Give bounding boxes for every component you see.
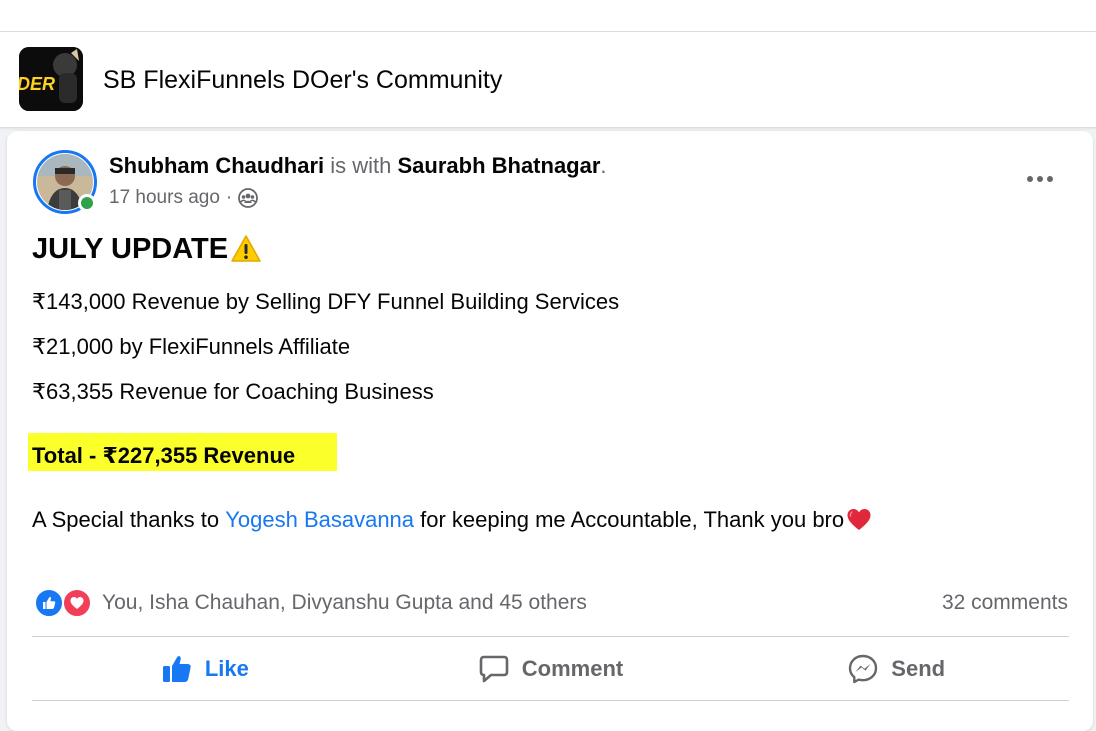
group-title[interactable]: SB FlexiFunnels DOer's Community bbox=[103, 65, 502, 95]
thumbs-up-icon bbox=[161, 653, 193, 685]
top-strip bbox=[0, 0, 1096, 32]
online-status-dot bbox=[78, 194, 96, 212]
revenue-line-coaching: ₹63,355 Revenue for Coaching Business bbox=[32, 379, 434, 404]
thanks-prefix: A Special thanks to bbox=[32, 507, 226, 532]
like-label: Like bbox=[204, 656, 249, 681]
author-line: Shubham Chaudhari is with Saurabh Bhatna… bbox=[109, 152, 607, 180]
avatar[interactable] bbox=[33, 150, 97, 214]
like-reaction-icon bbox=[34, 588, 64, 618]
tagged-suffix: . bbox=[600, 153, 607, 178]
send-label: Send bbox=[891, 656, 946, 681]
meta-separator: · bbox=[225, 187, 233, 208]
comments-count[interactable]: 32 comments bbox=[942, 589, 1068, 617]
divider bbox=[32, 700, 1069, 701]
like-button[interactable]: Like bbox=[32, 638, 378, 700]
total-revenue: Total - ₹227,355 Revenue bbox=[32, 443, 296, 468]
divider bbox=[32, 636, 1069, 637]
revenue-line-affiliate: ₹21,000 by FlexiFunnels Affiliate bbox=[32, 334, 351, 359]
love-reaction-icon bbox=[62, 588, 92, 618]
revenue-line-dfy: ₹143,000 Revenue by Selling DFY Funnel B… bbox=[32, 289, 620, 314]
post-headline: JULY UPDATE bbox=[32, 228, 1072, 270]
comment-bubble-icon bbox=[478, 653, 510, 685]
author-name[interactable]: Shubham Chaudhari bbox=[109, 153, 324, 178]
post-card: Shubham Chaudhari is with Saurabh Bhatna… bbox=[7, 131, 1093, 731]
messenger-icon bbox=[847, 653, 879, 685]
post-meta: 17 hours ago · bbox=[109, 186, 259, 210]
warning-icon bbox=[230, 233, 262, 265]
red-heart-icon bbox=[846, 507, 872, 533]
action-bar: Like Comment Send bbox=[32, 638, 1069, 700]
send-button[interactable]: Send bbox=[723, 638, 1069, 700]
reactions-text[interactable]: You, Isha Chauhan, Divyanshu Gupta and 4… bbox=[102, 591, 587, 615]
more-dots-icon bbox=[1027, 176, 1053, 182]
comment-button[interactable]: Comment bbox=[378, 638, 724, 700]
thanks-line: A Special thanks to Yogesh Basavanna for… bbox=[32, 506, 872, 534]
comment-label: Comment bbox=[521, 656, 624, 681]
more-options-button[interactable] bbox=[1015, 161, 1065, 197]
reaction-icons bbox=[34, 588, 94, 618]
group-logo-text: DER bbox=[19, 74, 55, 94]
group-members-icon[interactable] bbox=[238, 188, 259, 208]
post-timestamp[interactable]: 17 hours ago bbox=[109, 186, 220, 210]
mention-link[interactable]: Yogesh Basavanna bbox=[225, 506, 414, 534]
group-header: DER SB FlexiFunnels DOer's Community bbox=[0, 32, 1096, 128]
tagged-name[interactable]: Saurabh Bhatnagar bbox=[397, 153, 600, 178]
thanks-suffix: for keeping me Accountable, Thank you br… bbox=[414, 507, 845, 532]
headline-text: JULY UPDATE bbox=[32, 233, 229, 265]
reactions-summary[interactable]: You, Isha Chauhan, Divyanshu Gupta and 4… bbox=[34, 587, 587, 619]
group-logo[interactable]: DER bbox=[19, 47, 83, 111]
post-body: JULY UPDATE ₹143,000 Revenue by Selling … bbox=[28, 228, 1072, 532]
with-text: is with bbox=[324, 153, 398, 178]
